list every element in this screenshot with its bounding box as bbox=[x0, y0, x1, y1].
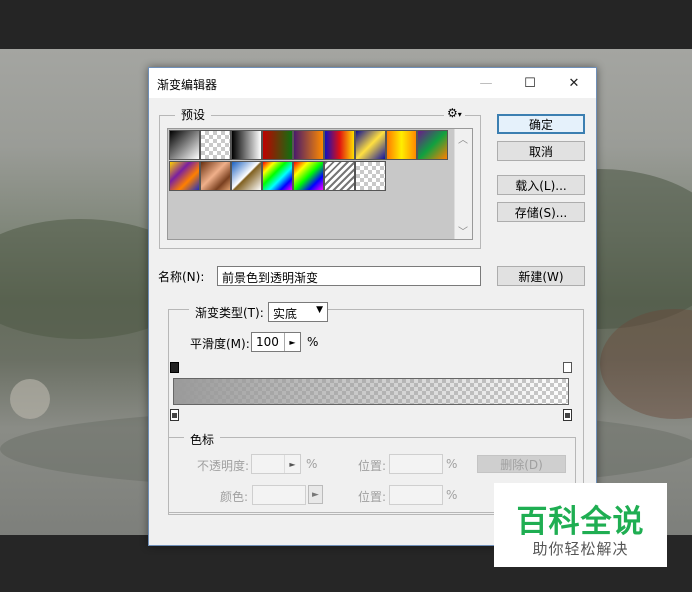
preset-swatch-blue-yellow-blue[interactable] bbox=[355, 130, 386, 160]
smoothness-value: 100 bbox=[256, 335, 279, 349]
opacity-arrow-icon[interactable]: ► bbox=[284, 455, 300, 473]
preset-swatch-black-white[interactable] bbox=[231, 130, 262, 160]
color-location-percent: % bbox=[446, 488, 458, 502]
maximize-button[interactable]: ☐ bbox=[508, 68, 552, 98]
new-button[interactable]: 新建(W) bbox=[497, 266, 585, 286]
close-button[interactable]: ✕ bbox=[552, 68, 596, 98]
ok-button[interactable]: 确定 bbox=[497, 114, 585, 134]
name-label: 名称(N): bbox=[158, 270, 205, 284]
color-stop-right[interactable] bbox=[563, 409, 572, 421]
dialog-title: 渐变编辑器 bbox=[157, 78, 218, 92]
opacity-label: 不透明度: bbox=[197, 459, 250, 473]
opacity-field[interactable]: ► bbox=[251, 454, 301, 474]
color-arrow-icon[interactable]: ► bbox=[308, 485, 323, 504]
gradient-type-label: 渐变类型(T): bbox=[189, 304, 270, 321]
preset-scrollbar[interactable]: ︿ ﹀ bbox=[454, 129, 472, 239]
delete-button[interactable]: 删除(D) bbox=[477, 455, 566, 473]
gradient-preview-bar[interactable] bbox=[173, 378, 569, 405]
chevron-down-icon[interactable]: ﹀ bbox=[458, 223, 468, 238]
preset-swatch-foreground-to-background[interactable] bbox=[169, 130, 200, 160]
color-swatch-field[interactable] bbox=[252, 485, 306, 505]
smoothness-label: 平滑度(M): bbox=[190, 337, 250, 351]
preset-swatch-transparent-stripes[interactable] bbox=[324, 161, 355, 191]
chevron-up-icon[interactable]: ︿ bbox=[458, 131, 468, 146]
smoothness-field[interactable]: 100 ► bbox=[251, 332, 301, 352]
opacity-location-field[interactable] bbox=[389, 454, 443, 474]
color-location-label: 位置: bbox=[358, 490, 387, 504]
cancel-button[interactable]: 取消 bbox=[497, 141, 585, 161]
preset-swatch-copper[interactable] bbox=[200, 161, 231, 191]
gradient-type-select[interactable]: 实底 ▼ bbox=[268, 302, 328, 322]
opacity-stop-right[interactable] bbox=[563, 362, 572, 373]
preset-swatch-yellow-violet-orange-blue[interactable] bbox=[169, 161, 200, 191]
preset-swatch-red-green[interactable] bbox=[262, 130, 293, 160]
opacity-location-percent: % bbox=[446, 457, 458, 471]
preset-swatch-foreground-to-transparent[interactable] bbox=[200, 130, 231, 160]
preset-swatch-chrome[interactable] bbox=[231, 161, 262, 191]
minimize-button: — bbox=[479, 75, 493, 91]
opacity-location-label: 位置: bbox=[358, 459, 387, 473]
watermark: 百科全说 助你轻松解决 bbox=[494, 483, 667, 567]
preset-swatch-neutral-density[interactable] bbox=[355, 161, 386, 191]
preset-swatch-grid bbox=[167, 128, 473, 240]
color-location-field[interactable] bbox=[389, 485, 443, 505]
chevron-down-icon: ▼ bbox=[316, 305, 323, 315]
watermark-title: 百科全说 bbox=[516, 504, 645, 540]
stops-label: 色标 bbox=[184, 431, 221, 448]
load-button[interactable]: 载入(L)... bbox=[497, 175, 585, 195]
watermark-subtitle: 助你轻松解决 bbox=[532, 540, 629, 558]
opacity-stop-left[interactable] bbox=[170, 362, 179, 373]
save-button[interactable]: 存储(S)... bbox=[497, 202, 585, 222]
gear-icon[interactable]: ⚙▾ bbox=[444, 106, 465, 120]
presets-label: 预设 bbox=[175, 106, 212, 123]
opacity-percent: % bbox=[306, 457, 318, 471]
name-field[interactable]: 前景色到透明渐变 bbox=[217, 266, 481, 286]
smoothness-percent: % bbox=[307, 335, 319, 349]
preset-swatch-violet-orange[interactable] bbox=[293, 130, 324, 160]
preset-swatch-violet-green-orange[interactable] bbox=[417, 130, 448, 160]
gradient-type-value: 实底 bbox=[273, 307, 298, 321]
title-bar[interactable]: 渐变编辑器 — ☐ ✕ bbox=[149, 68, 596, 98]
preset-swatch-transparent-rainbow[interactable] bbox=[293, 161, 324, 191]
preset-swatch-spectrum[interactable] bbox=[262, 161, 293, 191]
preset-swatch-orange-yellow-orange[interactable] bbox=[386, 130, 417, 160]
smoothness-arrow-icon[interactable]: ► bbox=[284, 333, 300, 351]
preset-swatch-blue-red-yellow[interactable] bbox=[324, 130, 355, 160]
color-label: 颜色: bbox=[220, 490, 249, 504]
color-stop-left[interactable] bbox=[170, 409, 179, 421]
